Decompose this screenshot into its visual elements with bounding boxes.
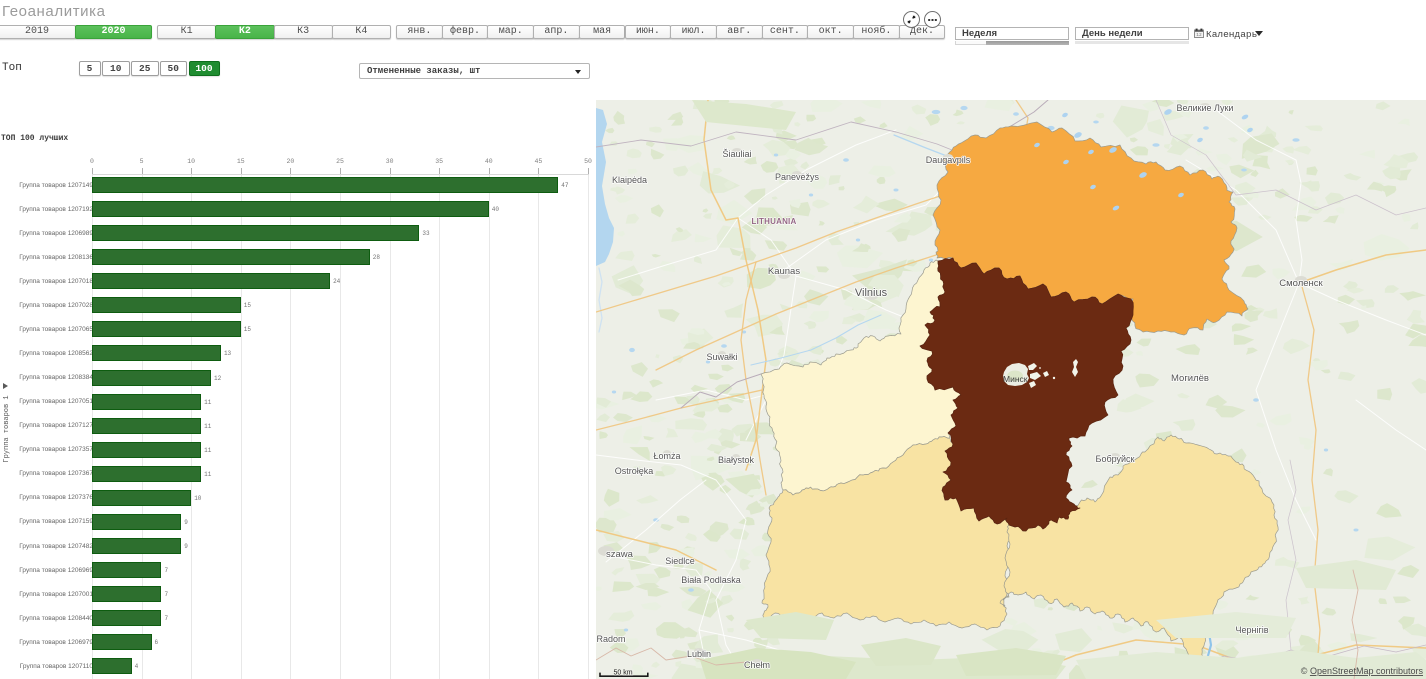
svg-text:szawa: szawa [606, 549, 634, 560]
svg-text:Radom: Radom [596, 634, 625, 644]
svg-text:Бобруйск: Бобруйск [1096, 454, 1135, 464]
svg-text:© OpenStreetMap contributors: © OpenStreetMap contributors [1301, 666, 1424, 676]
svg-text:Łomża: Łomża [653, 451, 680, 461]
svg-text:Suwałki: Suwałki [706, 352, 737, 362]
svg-text:Daugavpils: Daugavpils [926, 155, 971, 165]
svg-text:Смоленск: Смоленск [1279, 278, 1323, 289]
svg-text:50 km: 50 km [613, 670, 632, 677]
svg-text:Šiauliai: Šiauliai [722, 149, 751, 159]
svg-text:LITHUANIA: LITHUANIA [752, 217, 797, 226]
svg-text:Siedlce: Siedlce [665, 556, 695, 566]
svg-text:Ostrołęka: Ostrołęka [615, 466, 654, 476]
svg-text:Białystok: Białystok [718, 455, 755, 465]
svg-text:12: 12 [1196, 32, 1202, 38]
svg-text:Klaipėda: Klaipėda [612, 175, 647, 185]
svg-text:Великие Луки: Великие Луки [1177, 103, 1234, 113]
svg-text:Lublin: Lublin [687, 649, 711, 659]
svg-text:Chełm: Chełm [744, 660, 770, 670]
svg-text:Vilnius: Vilnius [855, 287, 888, 299]
svg-text:Biała Podlaska: Biała Podlaska [681, 575, 741, 585]
svg-text:Чернігів: Чернігів [1235, 625, 1268, 635]
svg-text:Могилёв: Могилёв [1171, 373, 1209, 384]
svg-text:Kaunas: Kaunas [768, 266, 800, 277]
svg-text:Panevėžys: Panevėžys [775, 172, 820, 182]
svg-text:Минск: Минск [1003, 374, 1028, 384]
